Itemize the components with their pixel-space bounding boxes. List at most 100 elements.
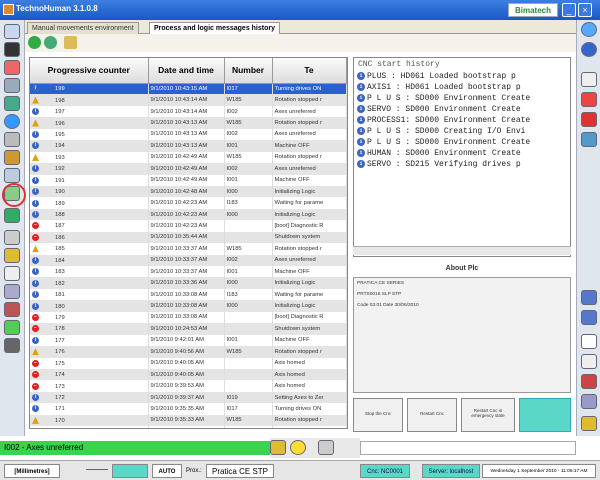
table-row[interactable]: i 180 9/1/2010 10:33:08 AM I000 Initializing… — [30, 300, 347, 312]
row-text: Axes unreferred — [272, 426, 347, 428]
numeric-icon[interactable] — [4, 338, 20, 353]
table-row[interactable]: i 191 9/1/2010 10:42:49 AM I001 Machine OFF — [30, 174, 347, 186]
messages-history-icon[interactable] — [4, 208, 20, 223]
table-row[interactable]: 170 9/1/2010 9:35:33 AM W185 Rotation stopp… — [30, 414, 347, 427]
stop-icon[interactable] — [581, 112, 597, 127]
row-number: I019 — [224, 391, 273, 404]
edit-icon[interactable] — [4, 78, 20, 93]
column-header-counter[interactable]: Progressive counter — [30, 58, 149, 84]
reset-icon[interactable] — [581, 132, 597, 147]
clear-icon[interactable] — [581, 72, 597, 87]
alarm-icons — [270, 438, 360, 458]
row-counter: 185 — [55, 246, 65, 253]
clock-icon[interactable] — [4, 132, 20, 147]
restart-cnc-button[interactable]: Restart Cnc — [407, 398, 457, 432]
lightbulb-icon[interactable] — [290, 440, 306, 455]
table-row[interactable]: i 172 9/1/2010 9:39:37 AM I019 Setting Axes … — [30, 391, 347, 404]
table-row[interactable]: i1699/1/2010 9:35:33 AMI002Axes unreferr… — [30, 426, 347, 428]
lock-icon[interactable] — [581, 416, 597, 431]
table-row[interactable]: 185 9/1/2010 10:33:37 AM W185 Rotation stop… — [30, 243, 347, 255]
table-row[interactable]: i 183 9/1/2010 10:33:37 AM I001 Machine OFF — [30, 266, 347, 278]
restart-emergency-button[interactable]: Restart Cnc in emergency state — [461, 398, 515, 432]
warning-list-icon[interactable] — [4, 248, 20, 263]
document-icon[interactable] — [4, 168, 20, 183]
reload-icon[interactable] — [44, 36, 57, 49]
table-row[interactable]: i 190 9/1/2010 10:42:48 AM I000 Initializing… — [30, 185, 347, 198]
table-row[interactable]: − 173 9/1/2010 9:39:53 AM Axis homed — [30, 380, 347, 392]
row-counter: 177 — [55, 337, 65, 344]
row-counter: 197 — [55, 109, 65, 116]
wrench-icon[interactable] — [581, 290, 597, 305]
selection-highlight-circle — [2, 183, 26, 207]
row-counter: 179 — [55, 314, 65, 321]
table-row[interactable]: 193 9/1/2010 10:42:49 AM W185 Rotation stop… — [30, 151, 347, 164]
table-row[interactable]: i 184 9/1/2010 10:33:37 AM I002 Axes unrefer… — [30, 254, 347, 266]
table-row[interactable]: i 188 9/1/2010 10:42:23 AM I000 Initializing… — [30, 208, 347, 221]
monitor-icon[interactable] — [4, 284, 20, 299]
info-icon[interactable] — [581, 22, 597, 37]
row-text: Initializing Logic — [272, 300, 347, 312]
table-row[interactable]: − 179 9/1/2010 10:33:08 AM [boot] Diagnosti… — [30, 311, 347, 324]
table-row[interactable]: 196 9/1/2010 10:43:13 AM W185 Rotation stop… — [30, 117, 347, 129]
table-row[interactable]: − 186 9/1/2010 10:35:44 AM Shutdown system — [30, 231, 347, 244]
table-row[interactable]: − 187 9/1/2010 10:42:23 AM [boot] Diagnosti… — [30, 220, 347, 232]
star-icon[interactable] — [4, 320, 20, 335]
refresh-icon[interactable] — [28, 36, 41, 49]
table-row[interactable]: i 189 9/1/2010 10:42:23 AM I183 Waiting for … — [30, 197, 347, 209]
table-row[interactable]: 198 9/1/2010 10:43:14 AM W185 Rotation stop… — [30, 94, 347, 106]
horizontal-scrollbar[interactable] — [353, 246, 571, 255]
error-icon: − — [32, 382, 39, 390]
calendar-icon[interactable] — [581, 374, 597, 389]
info-icon: i — [32, 165, 39, 173]
close-icon[interactable]: × — [578, 3, 592, 17]
tool-icon[interactable] — [318, 440, 334, 455]
grid-icon[interactable] — [4, 266, 20, 281]
gear-icon[interactable] — [4, 302, 20, 317]
cabinet-icon[interactable] — [4, 150, 20, 165]
cnc-history-line: iP L U S : SD000 Environment Create — [354, 93, 570, 104]
cnc-line-text: P L U S : SD000 Creating I/O Envi — [367, 127, 526, 136]
table-row[interactable]: i 197 9/1/2010 10:43:14 AM I002 Axes unrefer… — [30, 105, 347, 118]
row-counter: 196 — [55, 120, 65, 127]
lock-icon[interactable] — [270, 440, 286, 455]
window-icon[interactable] — [581, 334, 597, 349]
mode-indicator: AUTO — [152, 464, 182, 478]
table-row[interactable]: − 178 9/1/2010 10:24:53 AM Shutdown system — [30, 323, 347, 335]
cnc-line-text: SERVO : SD000 Environment Create — [367, 105, 521, 114]
help-icon[interactable] — [581, 42, 597, 57]
column-header-date[interactable]: Date and time — [148, 58, 225, 84]
about-plc-label: About Plc — [445, 265, 479, 272]
table-row[interactable]: 176 9/1/2010 9:40:56 AM W185 Rotation stopp… — [30, 346, 347, 358]
table-row[interactable]: i 194 9/1/2010 10:43:13 AM I001 Machine OFF — [30, 140, 347, 152]
cnc-history-line: i HUMAN : SD000 Environment Create — [354, 148, 570, 159]
keyboard-icon[interactable] — [581, 394, 597, 409]
flag-icon[interactable] — [4, 60, 20, 75]
hand-icon[interactable] — [4, 230, 20, 245]
row-counter: 189 — [55, 200, 65, 207]
screen-icon[interactable] — [4, 42, 20, 57]
globe-icon[interactable] — [4, 114, 20, 129]
table-row[interactable]: i 192 9/1/2010 10:42:49 AM I002 Axes unrefer… — [30, 163, 347, 175]
column-header-number[interactable]: Number — [224, 58, 273, 84]
column-header-text[interactable]: Te — [272, 58, 347, 84]
stop-cnc-button[interactable]: Stop the Cnc — [353, 398, 403, 432]
messages-table[interactable]: Progressive counter Date and time Number… — [29, 57, 348, 429]
delete-icon[interactable] — [581, 92, 597, 107]
table-row[interactable]: i 199 9/1/2010 10:43:15 AM I017 Turning driv… — [30, 83, 347, 95]
table-row[interactable]: i 182 9/1/2010 10:33:36 AM I000 Initializing… — [30, 277, 347, 289]
print-icon[interactable] — [581, 354, 597, 369]
table-row[interactable]: − 174 9/1/2010 9:40:05 AM Axis homed — [30, 368, 347, 381]
table-row[interactable]: i 171 9/1/2010 9:35:35 AM I017 Turning drive… — [30, 403, 347, 415]
tools-icon[interactable] — [4, 24, 20, 39]
table-row[interactable]: i 195 9/1/2010 10:43:13 AM I002 Axes unrefer… — [30, 128, 347, 141]
folder-icon[interactable] — [64, 36, 77, 49]
minimize-icon[interactable]: _ — [562, 3, 576, 17]
table-row[interactable]: i 177 9/1/2010 9:42:01 AM I001 Machine OFF — [30, 334, 347, 347]
row-number: I002 — [224, 254, 273, 266]
tab-manual-movements[interactable]: Manual movements environment — [27, 22, 139, 34]
edit-tool-icon[interactable] — [581, 310, 597, 325]
tab-process-logic-history[interactable]: Process and logic messages history — [149, 22, 280, 34]
machine-icon[interactable] — [4, 96, 20, 111]
table-row[interactable]: − 175 9/1/2010 9:40:05 AM Axis homed — [30, 357, 347, 369]
table-row[interactable]: i 181 9/1/2010 10:33:08 AM I183 Waiting for … — [30, 288, 347, 301]
